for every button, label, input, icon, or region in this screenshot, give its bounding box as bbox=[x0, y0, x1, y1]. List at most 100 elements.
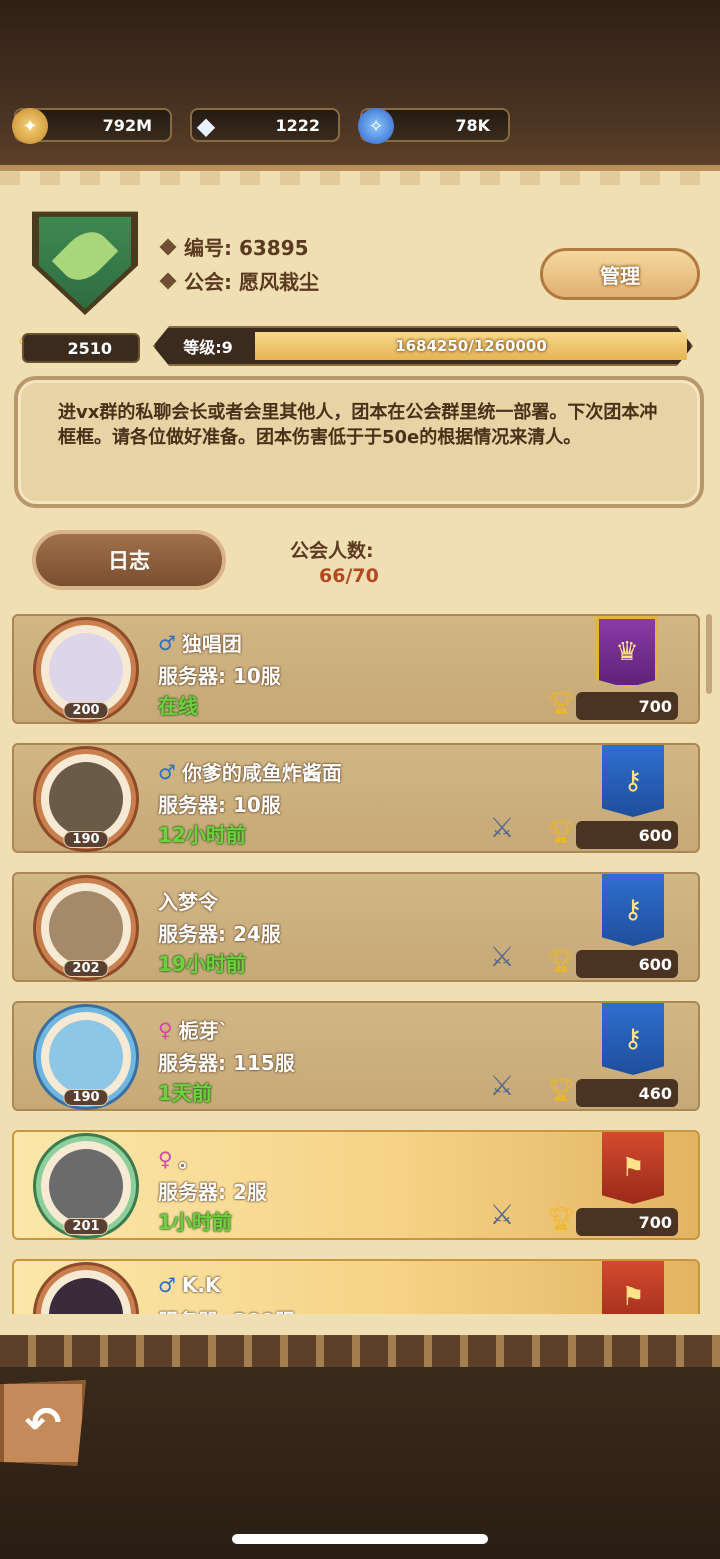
top-bar: ✦ 792M ◆ 1222 ✧ 78K bbox=[0, 0, 720, 165]
member-name: 你爹的咸鱼炸酱面 bbox=[181, 761, 342, 785]
avatar[interactable]: 202 bbox=[36, 878, 136, 978]
rank-banner-icon: ⚷ bbox=[602, 874, 664, 946]
member-score: 700 bbox=[576, 1208, 678, 1236]
back-button[interactable]: ↶ bbox=[0, 1380, 86, 1466]
member-name-row: ♂ 独唱团 bbox=[158, 628, 242, 657]
trophy-icon: 🏆︎ bbox=[547, 1206, 575, 1232]
trophy-icon: 🏆︎ bbox=[547, 1077, 575, 1103]
avatar[interactable]: 190 bbox=[36, 749, 136, 849]
avatar-level: 200 bbox=[63, 702, 109, 719]
member-count: 66/70 bbox=[319, 565, 379, 587]
female-icon: ♀ bbox=[158, 1017, 173, 1042]
guild-notice: 进vx群的私聊会长或者会里其他人，团本在公会群里统一部署。下次团本冲框框。请各位… bbox=[14, 376, 704, 508]
member-server: 服务器: 200服 bbox=[158, 1305, 295, 1314]
member-status: 1天前 bbox=[158, 1081, 212, 1105]
member-score: 600 bbox=[576, 950, 678, 978]
avatar[interactable]: 201 bbox=[36, 1136, 136, 1236]
guild-id-row: 编号: 63895 bbox=[159, 232, 309, 261]
member-status: 12小时前 bbox=[158, 823, 246, 847]
member-name: 独唱团 bbox=[181, 632, 242, 656]
crossed-swords-icon[interactable]: ⚔ bbox=[482, 936, 522, 976]
member-status: 在线 bbox=[158, 694, 198, 718]
bullet-icon bbox=[159, 272, 177, 289]
home-indicator[interactable] bbox=[232, 1534, 488, 1544]
crossed-swords-icon[interactable]: ⚔ bbox=[482, 1194, 522, 1234]
trophy-icon: 🏆︎ bbox=[547, 948, 575, 974]
manage-button[interactable]: 管理 bbox=[540, 248, 700, 300]
member-name: 栀芽` bbox=[178, 1019, 229, 1043]
member-card[interactable]: 202 入梦令服务器: 24服 19小时前 ⚷ 🏆︎ 600 ⚔ bbox=[12, 872, 700, 982]
member-card[interactable]: 190 ♀ 栀芽` 服务器: 115服 1天前 ⚷ 🏆︎ 460 ⚔ bbox=[12, 1001, 700, 1111]
member-name: 入梦令 bbox=[158, 890, 218, 914]
member-name: K.K bbox=[181, 1273, 221, 1297]
trophy-icon: 🏆︎ bbox=[547, 819, 575, 845]
member-server: 服务器: 115服 bbox=[158, 1051, 295, 1075]
member-server: 服务器: 24服 bbox=[158, 922, 281, 946]
member-name-row: ♀ 栀芽` bbox=[158, 1015, 229, 1044]
diamond-currency[interactable]: ◆ 1222 bbox=[190, 108, 340, 142]
member-name: 。 bbox=[178, 1148, 199, 1172]
member-count-label: 公会人数: bbox=[290, 540, 374, 562]
diamond-icon: ◆ bbox=[196, 112, 216, 140]
guild-name-row: 公会: 愿风栽尘 bbox=[159, 266, 319, 295]
male-icon: ♂ bbox=[158, 630, 176, 655]
rank-banner-icon: ⚷ bbox=[602, 745, 664, 817]
male-icon: ♂ bbox=[158, 759, 176, 784]
member-name-row: ♂ K.K bbox=[158, 1273, 221, 1297]
member-score: 460 bbox=[576, 1079, 678, 1107]
member-status: 1小时前 bbox=[158, 1210, 232, 1234]
member-server: 服务器: 10服 bbox=[158, 793, 281, 817]
member-list[interactable]: 200 ♂ 独唱团 服务器: 10服 在线 ♛ 🏆︎ 700 190 ♂ 你爹的咸鱼炸酱面 服务器: … bbox=[0, 612, 720, 1314]
member-server: 服务器: 2服 bbox=[158, 1180, 267, 1204]
avatar-image bbox=[49, 1020, 123, 1094]
avatar-image bbox=[49, 633, 123, 707]
guild-name: 公会: 愿风栽尘 bbox=[184, 270, 319, 294]
member-card[interactable]: 201 ♀。服务器: 2服 1小时前 ⚑ 🏆︎ 700 ⚔ bbox=[12, 1130, 700, 1240]
trophy-icon: 🏆︎ bbox=[547, 690, 575, 716]
guild-id: 编号: 63895 bbox=[184, 236, 309, 260]
crossed-swords-icon[interactable]: ⚔ bbox=[482, 807, 522, 847]
gold-coin-icon: ✦ bbox=[12, 108, 48, 144]
avatar-image bbox=[49, 1149, 123, 1223]
female-icon: ♀ bbox=[158, 1146, 173, 1171]
gold-currency[interactable]: ✦ 792M bbox=[12, 108, 172, 144]
leaf-icon bbox=[51, 222, 119, 290]
notice-text: 进vx群的私聊会长或者会里其他人，团本在公会群里统一部署。下次团本冲框框。请各位… bbox=[58, 402, 658, 448]
rank-banner-icon: ⚑ bbox=[602, 1132, 664, 1204]
crossed-swords-icon[interactable]: ⚔ bbox=[482, 1065, 522, 1105]
bottom-bar bbox=[0, 1367, 720, 1559]
avatar[interactable] bbox=[36, 1265, 136, 1314]
male-icon: ♂ bbox=[158, 1273, 176, 1297]
rank-banner-icon: ⚑ bbox=[602, 1261, 664, 1314]
rank-banner-icon: ♛ bbox=[596, 616, 658, 688]
avatar-level: 201 bbox=[63, 1218, 109, 1235]
avatar-image bbox=[49, 1278, 123, 1314]
member-status: 19小时前 bbox=[158, 952, 246, 976]
scrollbar[interactable] bbox=[706, 614, 712, 694]
avatar-image bbox=[49, 891, 123, 965]
log-button[interactable]: 日志 bbox=[32, 530, 226, 590]
member-score: 700 bbox=[576, 692, 678, 720]
member-card[interactable]: ♂K.K 服务器: 200服 ⚑ bbox=[12, 1259, 700, 1314]
member-card[interactable]: 190 ♂ 你爹的咸鱼炸酱面服务器: 10服 12小时前 ⚷ 🏆︎ 600 ⚔ bbox=[12, 743, 700, 853]
member-card[interactable]: 200 ♂ 独唱团服务器: 10服 在线 ♛ 🏆︎ 700 bbox=[12, 614, 700, 724]
rank-banner-icon: ⚷ bbox=[602, 1003, 664, 1075]
avatar[interactable]: 190 bbox=[36, 1007, 136, 1107]
avatar-level: 190 bbox=[63, 831, 109, 848]
crystal-currency[interactable]: ✧ 78K bbox=[358, 108, 510, 144]
member-name-row: ♂ 你爹的咸鱼炸酱面 bbox=[158, 757, 342, 786]
member-name-row: ♀。 bbox=[158, 1144, 199, 1173]
back-arrow-icon: ↶ bbox=[24, 1397, 62, 1449]
avatar-level: 190 bbox=[63, 1089, 109, 1106]
member-name-row: 入梦令 bbox=[158, 886, 218, 915]
bottom-border bbox=[0, 1335, 720, 1367]
avatar-image bbox=[49, 762, 123, 836]
avatar[interactable]: 200 bbox=[36, 620, 136, 720]
member-score: 600 bbox=[576, 821, 678, 849]
member-server: 服务器: 10服 bbox=[158, 664, 281, 688]
avatar-level: 202 bbox=[63, 960, 109, 977]
guild-exp: 1684250/1260000 bbox=[395, 337, 547, 355]
blue-crystal-icon: ✧ bbox=[358, 108, 394, 144]
guild-level: 等级:9 bbox=[183, 338, 233, 357]
guild-trophies: 2510 bbox=[22, 333, 140, 363]
